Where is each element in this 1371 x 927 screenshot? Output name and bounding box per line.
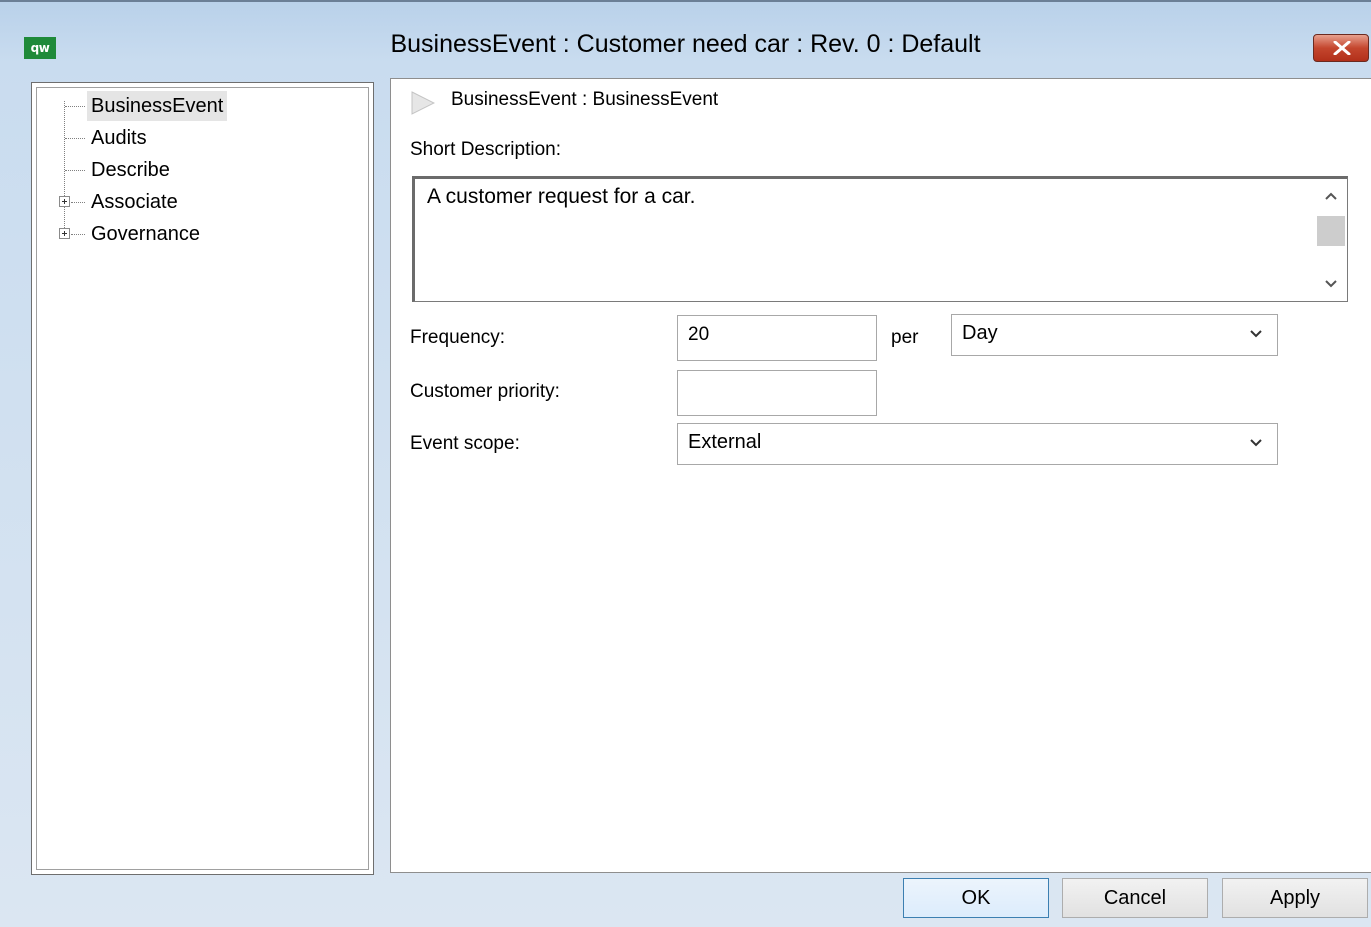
tree-item-label: Describe — [91, 159, 170, 181]
close-button[interactable] — [1313, 34, 1369, 62]
short-description-text: A customer request for a car. — [427, 185, 696, 208]
per-label: per — [891, 327, 919, 348]
expand-plus-icon[interactable] — [59, 228, 70, 239]
tree-connector-dots — [71, 234, 85, 235]
scroll-down-icon[interactable] — [1324, 279, 1338, 289]
event-scope-select[interactable]: External — [677, 423, 1278, 465]
apply-button[interactable]: Apply — [1222, 878, 1368, 918]
scroll-thumb[interactable] — [1317, 216, 1345, 246]
tree-item-businessevent[interactable]: BusinessEvent — [37, 91, 367, 121]
tree-connector-dots — [65, 106, 85, 107]
play-triangle-icon — [411, 91, 435, 115]
customer-priority-label: Customer priority: — [410, 381, 560, 402]
tree-connector-dots — [65, 170, 85, 171]
tree-connector-dots — [65, 138, 85, 139]
tree-item-label: Governance — [91, 223, 200, 245]
tree-item-label: Associate — [91, 191, 178, 213]
window-title: BusinessEvent : Customer need car : Rev.… — [390, 30, 981, 58]
cancel-button[interactable]: Cancel — [1062, 878, 1208, 918]
chevron-down-icon — [1250, 439, 1262, 447]
expand-plus-icon[interactable] — [59, 196, 70, 207]
tree-connector-dots — [71, 202, 85, 203]
short-description-textarea[interactable]: A customer request for a car. — [412, 176, 1348, 302]
tree-item-label: Audits — [91, 127, 147, 149]
tree-item-label: BusinessEvent — [87, 91, 228, 121]
title-bar[interactable]: qw BusinessEvent : Customer need car : R… — [0, 4, 1371, 72]
customer-priority-input[interactable] — [677, 370, 877, 416]
breadcrumb: BusinessEvent : BusinessEvent — [451, 89, 719, 110]
vertical-scrollbar[interactable] — [1315, 179, 1347, 301]
tree-item-audits[interactable]: Audits — [37, 123, 367, 153]
scroll-up-icon[interactable] — [1324, 191, 1338, 201]
tree-item-describe[interactable]: Describe — [37, 155, 367, 185]
properties-panel: BusinessEvent : BusinessEvent Short Desc… — [390, 78, 1371, 873]
ok-button[interactable]: OK — [903, 878, 1049, 918]
frequency-unit-select[interactable]: Day — [951, 314, 1278, 356]
tree-item-governance[interactable]: Governance — [37, 219, 367, 249]
close-icon — [1333, 41, 1351, 55]
chevron-down-icon — [1250, 330, 1262, 338]
frequency-input[interactable]: 20 — [677, 315, 877, 361]
short-description-label: Short Description: — [410, 139, 562, 160]
navigation-tree: BusinessEvent Audits Describe Associate … — [31, 82, 374, 875]
frequency-unit-value: Day — [962, 322, 998, 344]
tree-content: BusinessEvent Audits Describe Associate … — [36, 87, 369, 870]
frequency-label: Frequency: — [410, 327, 506, 348]
dialog-window: qw BusinessEvent : Customer need car : R… — [0, 0, 1371, 927]
event-scope-value: External — [688, 431, 762, 453]
tree-item-associate[interactable]: Associate — [37, 187, 367, 217]
event-scope-label: Event scope: — [410, 433, 520, 454]
